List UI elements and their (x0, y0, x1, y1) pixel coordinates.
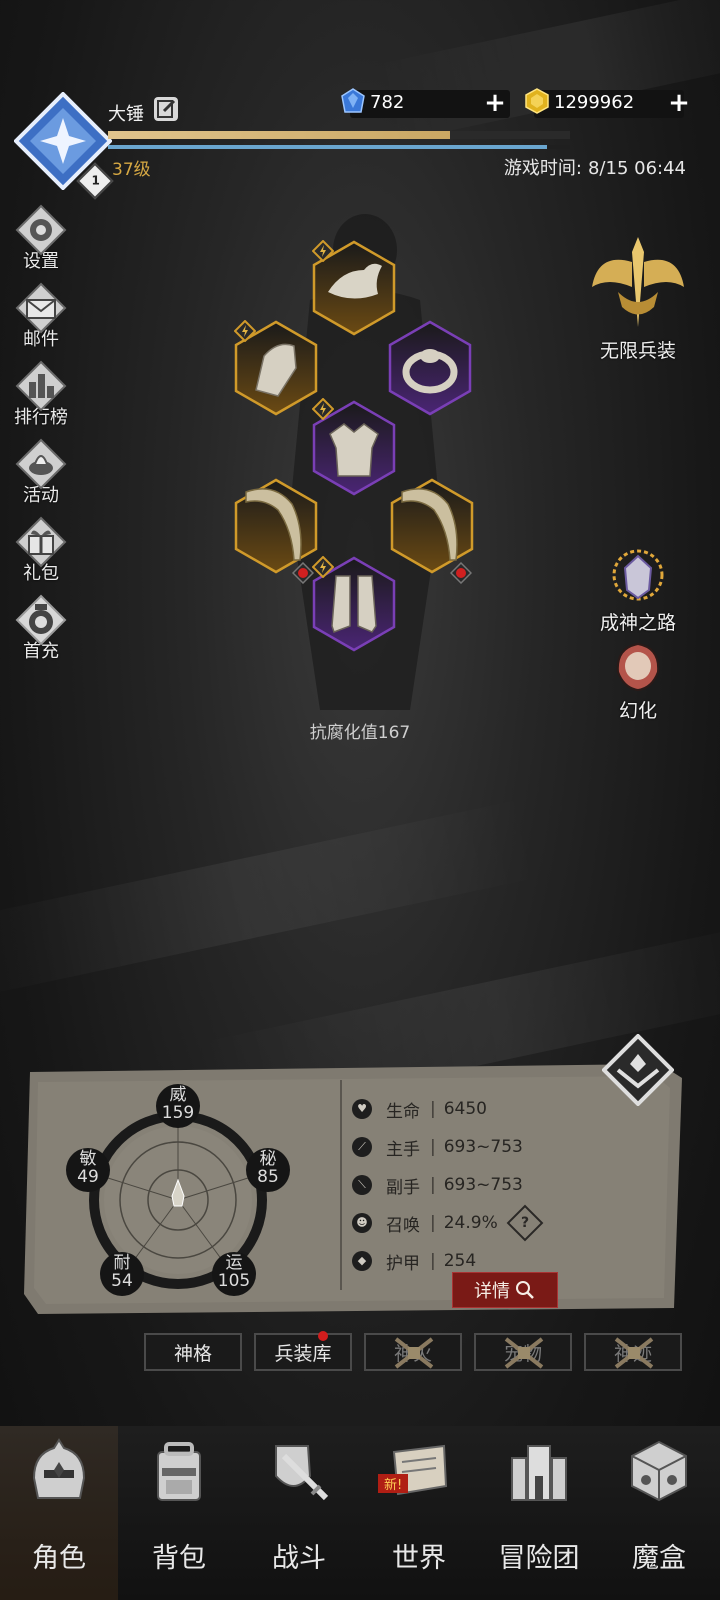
armor-icon: ◆ (352, 1251, 372, 1271)
hooded-mask-icon (616, 642, 660, 692)
infinite-gear-button[interactable]: 无限兵装 (580, 232, 696, 363)
help-icon[interactable]: ? (506, 1204, 544, 1242)
path-to-godhood-label: 成神之路 (599, 612, 676, 634)
menu-settings[interactable]: 设置 (8, 204, 74, 278)
equip-slot-mainhand[interactable] (234, 478, 318, 574)
chain-lock-icon (394, 1337, 434, 1369)
nav-label-world: 世界 (392, 1543, 446, 1574)
locked-button-5[interactable]: 神迹 (584, 1333, 682, 1371)
chain-lock-icon (614, 1337, 654, 1369)
gold-gem-icon (525, 88, 549, 114)
offhand-icon: ⟍ (352, 1175, 372, 1195)
lightning-badge-icon (312, 240, 334, 262)
menu-first-recharge[interactable]: 首充 (8, 594, 74, 668)
nav-magic-box[interactable]: 魔盒 (600, 1426, 718, 1600)
details-button[interactable]: 详情 (452, 1272, 558, 1308)
divinity-button[interactable]: 神格 (144, 1333, 242, 1371)
nav-label-adventure: 冒险团 (498, 1543, 580, 1574)
shield-sword-icon (275, 1445, 329, 1501)
attr-nai: 耐 54 (100, 1252, 144, 1296)
equip-slot-offhand[interactable] (390, 478, 474, 574)
stat-row-summon: ☻ 召唤 | 24.9% ? (352, 1204, 652, 1242)
infinite-gear-label: 无限兵装 (599, 340, 676, 362)
game-time: 游戏时间: 8/15 06:44 (504, 154, 686, 180)
first-recharge-icon (15, 594, 67, 646)
notification-dot (318, 1331, 328, 1341)
magnifier-icon (516, 1281, 534, 1299)
equip-slot-ring[interactable] (388, 320, 472, 416)
nav-label-character: 角色 (32, 1543, 86, 1574)
transform-button[interactable]: 幻化 (600, 640, 676, 723)
background-streak (376, 0, 720, 143)
magic-cube-icon (631, 1440, 687, 1502)
menu-ranking[interactable]: 排行榜 (8, 360, 74, 434)
winged-sword-emblem-icon (592, 237, 684, 327)
attr-min: 敏 49 (66, 1148, 110, 1192)
scroll-map-icon (392, 1444, 448, 1496)
attr-yun: 运 105 (212, 1252, 256, 1296)
stat-row-mainhand: ⟋ 主手 | 693~753 (352, 1128, 652, 1166)
stat-row-offhand: ⟍ 副手 | 693~753 (352, 1166, 652, 1204)
nav-backpack[interactable]: 背包 (120, 1426, 238, 1600)
menu-gift-pack[interactable]: 礼包 (8, 516, 74, 590)
mail-icon (15, 282, 67, 334)
chain-lock-icon (504, 1337, 544, 1369)
edit-name-button[interactable] (154, 97, 178, 121)
attr-mi: 秘 85 (246, 1148, 290, 1192)
bottom-nav: 角色 背包 战斗 新! 世界 冒险团 魔盒 (0, 1426, 720, 1600)
arsenal-button[interactable]: 兵装库 (254, 1331, 352, 1371)
gear-icon (15, 204, 67, 256)
nav-world[interactable]: 新! 世界 (360, 1426, 478, 1600)
backpack-icon (157, 1442, 201, 1501)
lightning-badge-icon (312, 556, 334, 578)
details-label: 详情 (474, 1281, 510, 1302)
stat-list: ♥ 生命 | 6450 ⟋ 主手 | 693~753 ⟍ 副手 | 693~753 ☻ 召唤… (352, 1090, 652, 1280)
edit-icon (157, 99, 176, 118)
menu-events[interactable]: 活动 (8, 438, 74, 512)
transform-label: 幻化 (618, 700, 657, 722)
red-fist-badge-icon (450, 562, 472, 584)
knight-helmet-icon (32, 1438, 86, 1499)
nav-adventure[interactable]: 冒险团 (480, 1426, 598, 1600)
nav-label-backpack: 背包 (152, 1543, 206, 1574)
panel-toggle-button[interactable] (602, 1034, 674, 1106)
add-gems-button[interactable]: + (484, 90, 506, 116)
lightning-badge-icon (234, 320, 256, 342)
nav-label-battle: 战斗 (272, 1543, 326, 1574)
menu-mail[interactable]: 邮件 (8, 282, 74, 356)
experience-bar (108, 131, 570, 139)
event-icon (15, 438, 67, 490)
castle-icon (511, 1445, 567, 1501)
lightning-badge-icon (312, 398, 334, 420)
chest-armor-icon (329, 423, 379, 477)
locked-button-3[interactable]: 神火 (364, 1333, 462, 1371)
nav-battle[interactable]: 战斗 (240, 1426, 358, 1600)
ranking-icon (15, 360, 67, 412)
game-time-label: 游戏时间: (503, 158, 582, 179)
path-to-godhood-button[interactable]: 成神之路 (588, 546, 688, 635)
new-badge: 新! (378, 1474, 409, 1493)
gem-amount: 782 (370, 92, 405, 113)
attr-wei: 威 159 (156, 1084, 200, 1128)
secondary-bar (108, 145, 570, 149)
heart-icon: ♥ (352, 1099, 372, 1119)
god-helm-icon (612, 549, 664, 601)
gold-amount: 1299962 (554, 92, 635, 113)
add-gold-button[interactable]: + (668, 90, 690, 116)
blue-gem-icon (341, 88, 365, 113)
player-level: 37级 (112, 160, 151, 180)
game-time-value: 8/15 06:44 (587, 158, 686, 179)
background-streak (0, 798, 542, 1002)
corruption-resistance: 抗腐化值167 (309, 723, 411, 743)
sword-icon: ⟋ (352, 1137, 372, 1157)
red-fist-badge-icon (292, 562, 314, 584)
player-name: 大锤 (108, 104, 144, 125)
panel-divider (340, 1080, 342, 1290)
locked-button-4[interactable]: 宠物 (474, 1333, 572, 1371)
nav-character[interactable]: 角色 (0, 1426, 118, 1600)
nav-label-magic-box: 魔盒 (632, 1543, 686, 1574)
gift-icon (15, 516, 67, 568)
summon-icon: ☻ (352, 1213, 372, 1233)
